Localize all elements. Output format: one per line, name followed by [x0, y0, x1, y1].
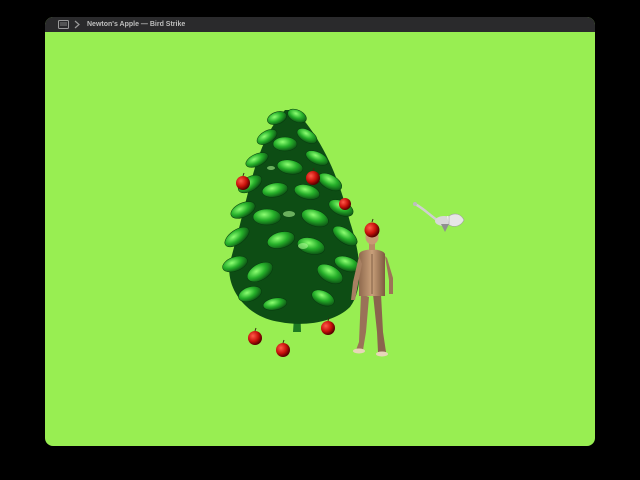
- bird[interactable]: [413, 202, 465, 232]
- game-viewport[interactable]: [45, 32, 595, 446]
- apple[interactable]: [321, 321, 335, 335]
- apple[interactable]: [236, 176, 250, 190]
- apple[interactable]: [306, 171, 320, 185]
- title-bar: Newton's Apple — Bird Strike: [45, 17, 595, 32]
- head-apple[interactable]: [364, 222, 380, 238]
- chevron-right-icon[interactable]: [73, 20, 81, 29]
- apple[interactable]: [339, 198, 351, 210]
- apple-tree: [222, 108, 360, 332]
- window-title: Newton's Apple — Bird Strike: [87, 21, 186, 28]
- apple[interactable]: [276, 343, 290, 357]
- game-window: Newton's Apple — Bird Strike: [45, 17, 595, 446]
- apple[interactable]: [248, 331, 262, 345]
- window-menu-icon[interactable]: [58, 20, 69, 29]
